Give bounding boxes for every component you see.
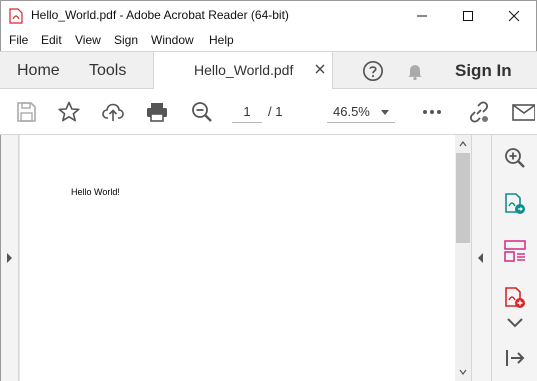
tab-bar: Home Tools Hello_World.pdf Sign In [0,51,537,89]
scroll-down-icon[interactable] [459,368,467,376]
zoom-out-button[interactable] [188,98,216,126]
left-panel-toggle[interactable] [1,135,19,381]
right-panel-toggle[interactable] [471,135,491,381]
printer-icon [147,103,167,122]
mail-icon [512,104,535,121]
close-window-button[interactable] [491,1,537,31]
upload-button[interactable] [99,98,127,126]
star-icon [58,101,80,122]
chevron-down-icon [381,110,389,115]
cloud-upload-icon [102,103,124,121]
page-total: / 1 [268,104,283,119]
sign-in-button[interactable]: Sign In [455,61,512,81]
more-icon [423,110,441,114]
pdf-file-icon [9,8,23,24]
bookmark-button[interactable] [55,98,83,126]
tools-pane [491,135,537,381]
window-title: Hello_World.pdf - Adobe Acrobat Reader (… [31,8,289,22]
tab-tools[interactable]: Tools [89,52,126,89]
pdf-page[interactable]: Hello World! [20,135,455,381]
more-tools-button[interactable] [418,98,446,126]
menu-bar: File Edit View Sign Window Help [0,30,537,51]
export-pdf-icon [505,193,525,214]
collapse-right-icon [478,253,483,263]
minimize-button[interactable] [399,1,445,31]
organize-pages-icon [504,240,526,262]
menu-file[interactable]: File [9,33,28,47]
help-icon [363,61,383,81]
maximize-button[interactable] [445,1,491,31]
zoom-tool-button[interactable] [502,145,528,171]
close-icon [508,10,520,22]
tab-home[interactable]: Home [17,52,60,89]
bell-icon [408,65,422,81]
document-workarea: Hello World! [0,135,537,381]
title-bar: Hello_World.pdf - Adobe Acrobat Reader (… [0,0,537,30]
save-button[interactable] [12,98,40,126]
tab-document-label: Hello_World.pdf [194,62,294,78]
menu-edit[interactable]: Edit [41,33,62,47]
zoom-in-icon [505,148,525,168]
tab-document[interactable]: Hello_World.pdf [153,52,333,89]
link-icon [469,101,489,123]
save-icon [17,102,36,122]
menu-help[interactable]: Help [209,33,234,47]
page-number-input[interactable]: 1 [232,101,262,123]
scroll-up-icon[interactable] [459,140,467,148]
collapse-tools-pane-button[interactable] [502,345,528,371]
page-text: Hello World! [71,187,120,197]
zoom-value: 46.5% [333,104,370,119]
menu-view[interactable]: View [75,33,101,47]
create-pdf-button[interactable] [502,285,528,311]
email-button[interactable] [509,98,537,126]
help-button[interactable] [360,58,386,84]
menu-window[interactable]: Window [151,33,194,47]
minimize-icon [417,15,427,17]
notifications-button[interactable] [402,58,428,84]
menu-sign[interactable]: Sign [114,33,138,47]
vertical-scrollbar[interactable] [455,135,471,381]
chevron-down-icon [507,318,523,328]
organize-pages-button[interactable] [502,238,528,264]
zoom-out-icon [192,102,212,122]
toolbar: 1 / 1 46.5% [0,89,537,135]
print-button[interactable] [143,98,171,126]
create-pdf-icon [505,287,525,308]
share-link-button[interactable] [465,98,493,126]
close-tab-icon[interactable] [315,64,325,74]
zoom-select[interactable]: 46.5% [327,101,395,123]
more-tools-expand[interactable] [502,309,528,335]
scrollbar-thumb[interactable] [456,153,470,243]
collapse-pane-icon [506,350,525,366]
expand-left-icon [7,253,12,263]
export-pdf-button[interactable] [502,191,528,217]
maximize-icon [463,11,473,21]
